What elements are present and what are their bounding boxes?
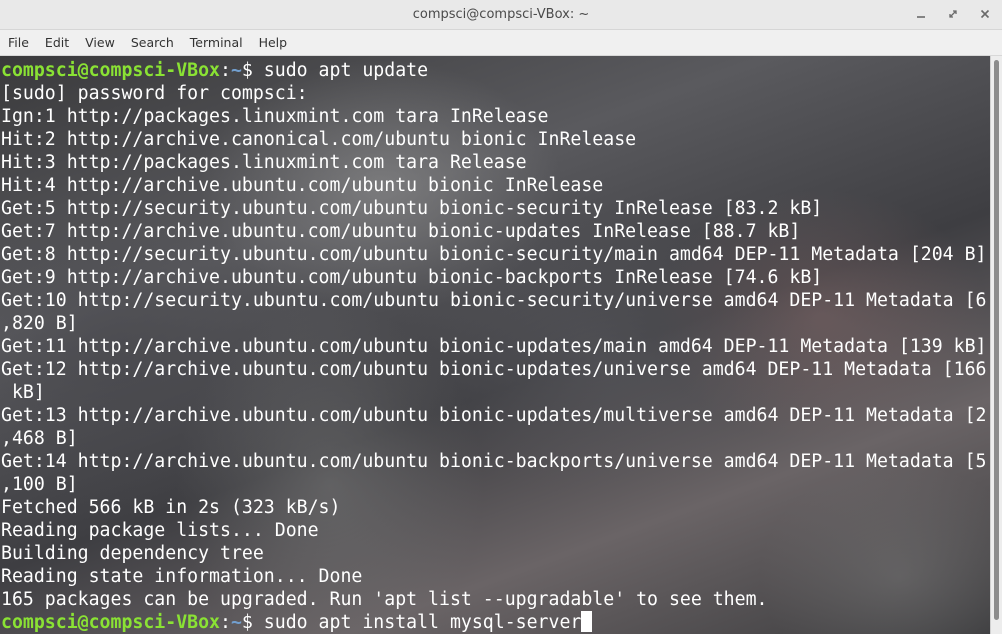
output-line: Get:11 http://archive.ubuntu.com/ubuntu … xyxy=(1,336,987,357)
scrollbar[interactable] xyxy=(990,56,1002,634)
command-text: sudo apt update xyxy=(252,60,429,81)
output-line: Reading state information... Done xyxy=(1,566,363,587)
output-line: Get:9 http://archive.ubuntu.com/ubuntu b… xyxy=(1,267,823,288)
prompt-path: ~ xyxy=(230,60,242,81)
minimize-icon xyxy=(917,16,925,18)
output-line: Fetched 566 kB in 2s (323 kB/s) xyxy=(1,497,341,518)
output-line: Get:13 http://archive.ubuntu.com/ubuntu … xyxy=(1,405,987,426)
output-line: [sudo] password for compsci: xyxy=(1,83,308,104)
terminal-window: compsci@compsci-VBox: ~ File Edit View S… xyxy=(0,0,1002,634)
terminal-output: compsci@compsci-VBox:~$ sudo apt update[… xyxy=(1,59,986,634)
output-line: Get:8 http://security.ubuntu.com/ubuntu … xyxy=(1,244,987,265)
output-line: Ign:1 http://packages.linuxmint.com tara… xyxy=(1,106,549,127)
maximize-button[interactable] xyxy=(942,4,964,26)
prompt-separator: : xyxy=(220,612,231,633)
menu-edit[interactable]: Edit xyxy=(39,30,75,56)
minimize-button[interactable] xyxy=(910,4,932,26)
menu-terminal[interactable]: Terminal xyxy=(184,30,249,56)
output-line: ,100 B] xyxy=(1,474,78,495)
command-text: sudo apt install mysql-server xyxy=(252,612,582,633)
output-line: Get:14 http://archive.ubuntu.com/ubuntu … xyxy=(1,451,987,472)
text-cursor xyxy=(581,611,593,632)
output-line: Get:7 http://archive.ubuntu.com/ubuntu b… xyxy=(1,221,801,242)
window-title: compsci@compsci-VBox: ~ xyxy=(412,7,590,22)
window-controls xyxy=(900,0,996,30)
menu-bar: File Edit View Search Terminal Help xyxy=(0,30,1002,56)
scrollbar-thumb[interactable] xyxy=(994,60,999,620)
prompt-user: compsci@compsci-VBox xyxy=(1,612,220,633)
menu-help[interactable]: Help xyxy=(253,30,294,56)
output-line: Get:5 http://security.ubuntu.com/ubuntu … xyxy=(1,198,823,219)
prompt-path: ~ xyxy=(230,612,242,633)
menu-file[interactable]: File xyxy=(2,30,35,56)
terminal-area[interactable]: compsci@compsci-VBox:~$ sudo apt update[… xyxy=(0,56,990,634)
prompt-user: compsci@compsci-VBox xyxy=(1,60,220,81)
output-line: kB] xyxy=(1,382,45,403)
close-button[interactable] xyxy=(974,4,996,26)
output-line: Hit:2 http://archive.canonical.com/ubunt… xyxy=(1,129,637,150)
prompt-line: compsci@compsci-VBox:~$ sudo apt install… xyxy=(1,611,986,634)
output-line: ,820 B] xyxy=(1,313,78,334)
prompt-symbol: $ xyxy=(241,612,253,633)
output-line: Get:10 http://security.ubuntu.com/ubuntu… xyxy=(1,290,987,311)
close-icon xyxy=(980,9,990,19)
output-line: 165 packages can be upgraded. Run 'apt l… xyxy=(1,589,768,610)
output-line: ,468 B] xyxy=(1,428,78,449)
prompt-separator: : xyxy=(220,60,231,81)
output-line: Get:12 http://archive.ubuntu.com/ubuntu … xyxy=(1,359,987,380)
title-bar[interactable]: compsci@compsci-VBox: ~ xyxy=(0,0,1002,30)
menu-search[interactable]: Search xyxy=(125,30,180,56)
prompt-symbol: $ xyxy=(241,60,253,81)
prompt-line: compsci@compsci-VBox:~$ sudo apt update xyxy=(1,59,986,82)
menu-view[interactable]: View xyxy=(79,30,121,56)
output-line: Hit:4 http://archive.ubuntu.com/ubuntu b… xyxy=(1,175,604,196)
output-line: Hit:3 http://packages.linuxmint.com tara… xyxy=(1,152,527,173)
output-line: Reading package lists... Done xyxy=(1,520,319,541)
maximize-icon xyxy=(949,10,957,18)
output-line: Building dependency tree xyxy=(1,543,264,564)
